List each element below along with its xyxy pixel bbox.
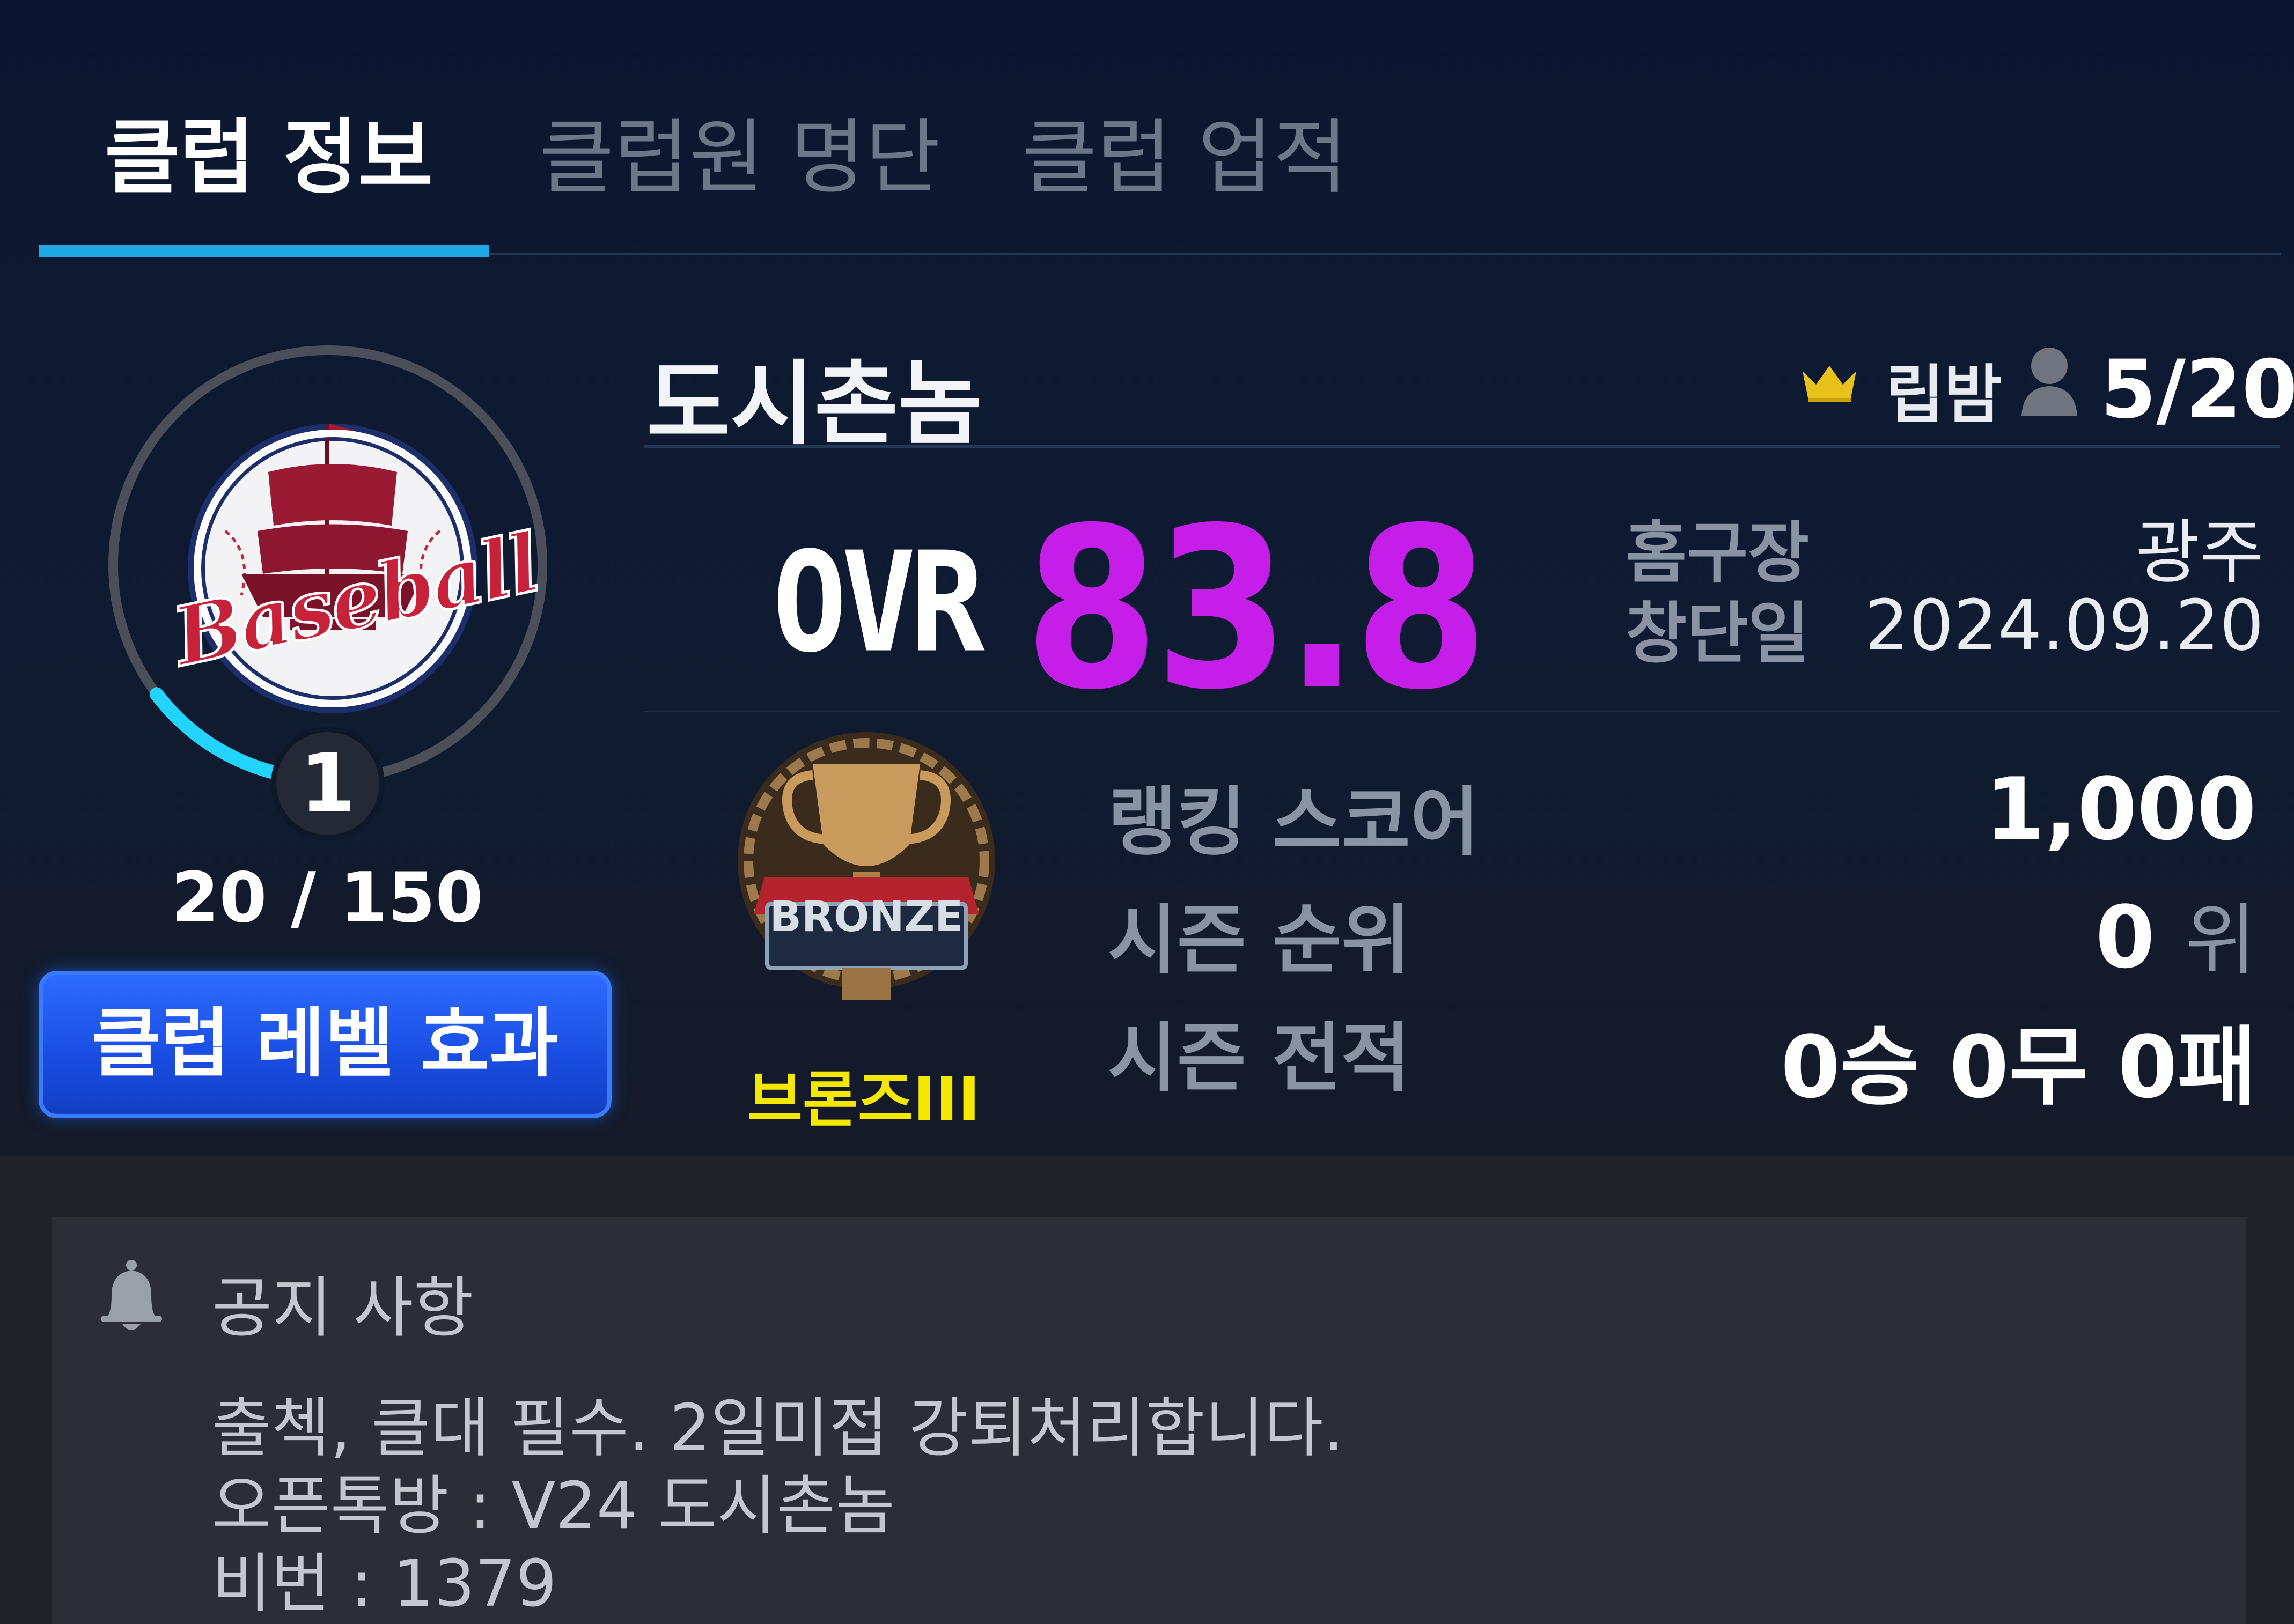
active-tab-indicator <box>39 245 489 257</box>
tab-club-info[interactable]: 클럽 정보 <box>105 91 433 209</box>
club-info-screen: 클럽 정보 클럽원 명단 클럽 업적 Baseball 1 20 / 150 클… <box>0 0 2294 1624</box>
ranking-score-label: 랭킹 스코어 <box>1108 779 1480 866</box>
tab-club-members[interactable]: 클럽원 명단 <box>539 91 940 209</box>
tier-name: 브론즈III <box>747 1065 981 1135</box>
club-name: 도시촌놈 <box>646 351 982 457</box>
season-rank-value: 0 위 <box>2096 877 2256 990</box>
section-divider <box>644 711 2280 712</box>
header-divider <box>644 445 2280 448</box>
club-exp-progress: 20 / 150 <box>171 858 483 938</box>
member-count: 5/20 <box>2100 343 2294 437</box>
season-record-value: 0승 0무 0패 <box>1781 1017 2256 1117</box>
season-rank-number: 0 <box>2095 887 2155 987</box>
club-level-effect-button[interactable]: 클럽 레벨 효과 <box>39 971 612 1118</box>
ovr-label: OVR <box>773 523 984 684</box>
notice-line: 비번 : 1379 <box>212 1547 557 1621</box>
tab-club-achievements[interactable]: 클럽 업적 <box>1022 91 1348 209</box>
founded-date-label: 창단일 <box>1626 595 1810 673</box>
ranking-score-value: 1,000 <box>1984 759 2256 859</box>
person-icon <box>2021 348 2077 416</box>
ovr-value: 83.8 <box>1025 480 1488 739</box>
club-leader-name: 립밤 <box>1886 358 2003 432</box>
season-rank-label: 시즌 순위 <box>1108 897 1410 984</box>
home-stadium-value: 광주 <box>2135 512 2264 593</box>
founded-date-value: 2024.09.20 <box>1864 585 2264 666</box>
club-level-badge: 1 <box>271 727 385 840</box>
tier-emblem-text: BRONZE <box>769 893 964 941</box>
bell-icon <box>101 1260 162 1330</box>
season-record-label: 시즌 전적 <box>1108 1015 1410 1102</box>
season-rank-unit: 위 <box>2185 895 2256 986</box>
crown-icon <box>1803 366 1856 402</box>
bronze-tier-emblem <box>738 732 995 1000</box>
notice-title: 공지 사항 <box>212 1270 474 1346</box>
